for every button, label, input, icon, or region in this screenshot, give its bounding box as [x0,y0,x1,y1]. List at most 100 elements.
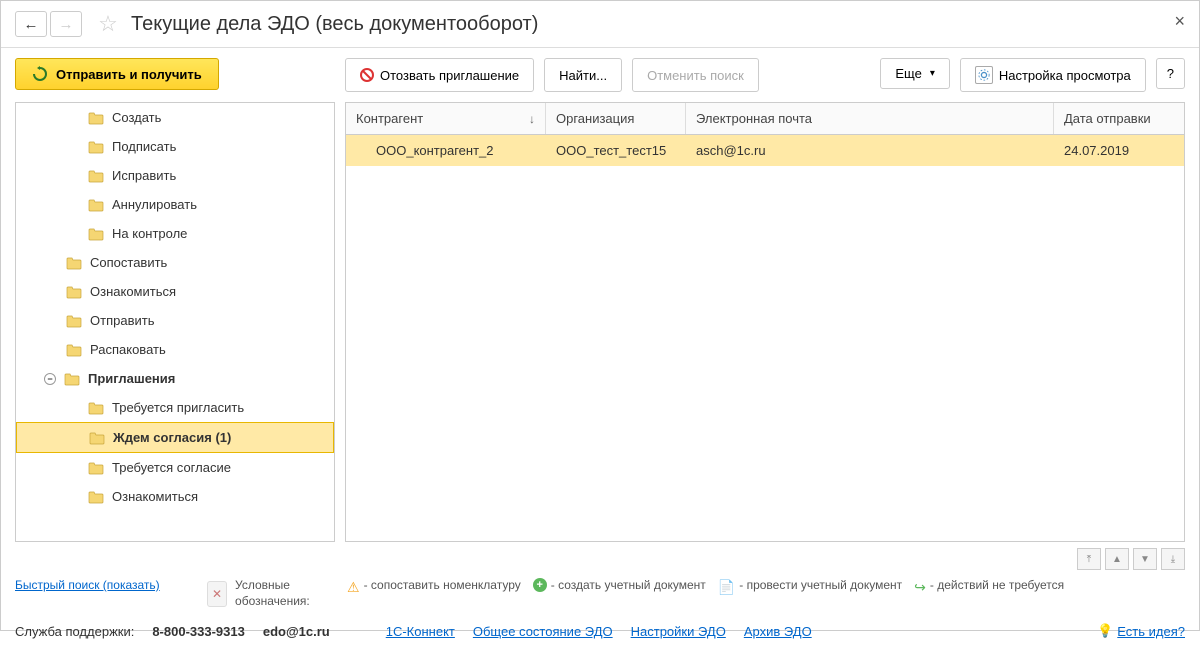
view-settings-button[interactable]: Настройка просмотра [960,58,1146,92]
folder-icon [88,140,104,154]
tree-item-label: Распаковать [90,342,166,357]
tree-item[interactable]: Требуется пригласить [16,393,334,422]
tree-item-label: Ознакомиться [112,489,198,504]
tree-item-label: Подписать [112,139,176,154]
grid-panel: Контрагент ↓ Организация Электронная поч… [345,102,1185,542]
col-sent-date[interactable]: Дата отправки [1054,103,1184,134]
tree-item[interactable]: Сопоставить [16,248,334,277]
folder-icon [88,461,104,475]
legend-item-approve: 📄 - провести учетный документ [718,578,902,596]
tree-item[interactable]: Подписать [16,132,334,161]
folder-icon [66,256,82,270]
quick-search-link[interactable]: Быстрый поиск (показать) [15,578,195,592]
tree-item-label: Отправить [90,313,154,328]
support-label: Служба поддержки: [15,624,134,639]
tree-item-label: Требуется согласие [112,460,231,475]
sort-indicator-icon: ↓ [529,112,535,126]
folder-icon [88,227,104,241]
tree-item-label: Сопоставить [90,255,167,270]
revoke-invite-button[interactable]: Отозвать приглашение [345,58,534,92]
tree-item[interactable]: − Приглашения [16,364,334,393]
nav-up-button[interactable]: ▲ [1105,548,1129,570]
col-email[interactable]: Электронная почта [686,103,1054,134]
legend-item-noaction: ↪ - действий не требуется [914,578,1064,596]
help-label: ? [1167,66,1174,81]
close-button[interactable]: × [1174,11,1185,32]
nav-back-button[interactable]: ← [15,11,47,37]
col-counterparty[interactable]: Контрагент ↓ [346,103,546,134]
table-row[interactable]: ООО_контрагент_2 ООО_тест_тест15 asch@1c… [346,135,1184,166]
idea-link[interactable]: Есть идея? [1117,624,1185,639]
tree-item-label: Ознакомиться [90,284,176,299]
tree-item-label: Ждем согласия (1) [113,430,231,445]
toggle-hide-button[interactable]: ✕ [207,581,227,607]
cell-email: asch@1c.ru [686,135,1054,166]
tree-item-label: Создать [112,110,161,125]
cell-organization: ООО_тест_тест15 [546,135,686,166]
tree-item-label: Приглашения [88,371,175,386]
tree-item[interactable]: Создать [16,103,334,132]
folder-icon [66,285,82,299]
document-icon: 📄 [718,578,735,596]
folder-icon [88,401,104,415]
favorite-star-icon[interactable]: ☆ [93,9,123,39]
more-label: Еще [895,66,921,81]
tree-item[interactable]: Требуется согласие [16,453,334,482]
legend-item-match: ⚠ - сопоставить номенклатуру [347,578,521,596]
grid-body[interactable]: ООО_контрагент_2 ООО_тест_тест15 asch@1c… [346,135,1184,541]
tree-item[interactable]: Ждем согласия (1) [16,422,334,453]
folder-icon [66,343,82,357]
cancel-search-button: Отменить поиск [632,58,759,92]
cancel-search-label: Отменить поиск [647,68,744,83]
chevron-down-icon: ▾ [930,68,935,79]
tree-item[interactable]: Исправить [16,161,334,190]
tree-item-label: Исправить [112,168,176,183]
grid-header: Контрагент ↓ Организация Электронная поч… [346,103,1184,135]
find-button[interactable]: Найти... [544,58,622,92]
support-email: edo@1c.ru [263,624,330,639]
collapse-toggle-icon[interactable]: − [44,373,56,385]
folder-icon [88,111,104,125]
lightbulb-icon: 💡 [1097,623,1113,639]
tree-item[interactable]: На контроле [16,219,334,248]
view-settings-label: Настройка просмотра [999,68,1131,83]
nav-last-button[interactable]: ⤓ [1161,548,1185,570]
nav-first-button[interactable]: ⤒ [1077,548,1101,570]
send-receive-label: Отправить и получить [56,67,202,82]
folder-icon [64,372,80,386]
col-organization[interactable]: Организация [546,103,686,134]
gear-icon [975,66,993,84]
folder-icon [66,314,82,328]
help-button[interactable]: ? [1156,58,1185,89]
tree-item[interactable]: Аннулировать [16,190,334,219]
warning-icon: ⚠ [347,578,360,596]
page-title: Текущие дела ЭДО (весь документооборот) [131,13,538,36]
revoke-label: Отозвать приглашение [380,68,519,83]
nav-forward-button[interactable]: → [50,11,82,37]
tree-panel[interactable]: Создать Подписать Исправить Аннулировать На … [15,102,335,542]
tree-item-label: На контроле [112,226,187,241]
plus-icon: + [533,578,547,592]
folder-icon [89,431,105,445]
arrow-icon: ↪ [914,578,926,596]
legend-item-create: + - создать учетный документ [533,578,706,594]
support-phone: 8-800-333-9313 [152,624,245,639]
folder-icon [88,490,104,504]
link-edo-status[interactable]: Общее состояние ЭДО [473,624,613,639]
refresh-icon [32,66,48,82]
more-button[interactable]: Еще ▾ [880,58,949,89]
cell-date: 24.07.2019 [1054,135,1184,166]
tree-item-label: Аннулировать [112,197,197,212]
tree-item[interactable]: Ознакомиться [16,277,334,306]
tree-item[interactable]: Ознакомиться [16,482,334,511]
legend-title: Условные обозначения: [235,578,335,609]
tree-item[interactable]: Распаковать [16,335,334,364]
link-edo-archive[interactable]: Архив ЭДО [744,624,812,639]
link-1c-connect[interactable]: 1С-Коннект [386,624,455,639]
tree-item-label: Требуется пригласить [112,400,244,415]
nav-down-button[interactable]: ▼ [1133,548,1157,570]
folder-icon [88,198,104,212]
link-edo-settings[interactable]: Настройки ЭДО [631,624,726,639]
tree-item[interactable]: Отправить [16,306,334,335]
send-receive-button[interactable]: Отправить и получить [15,58,219,90]
